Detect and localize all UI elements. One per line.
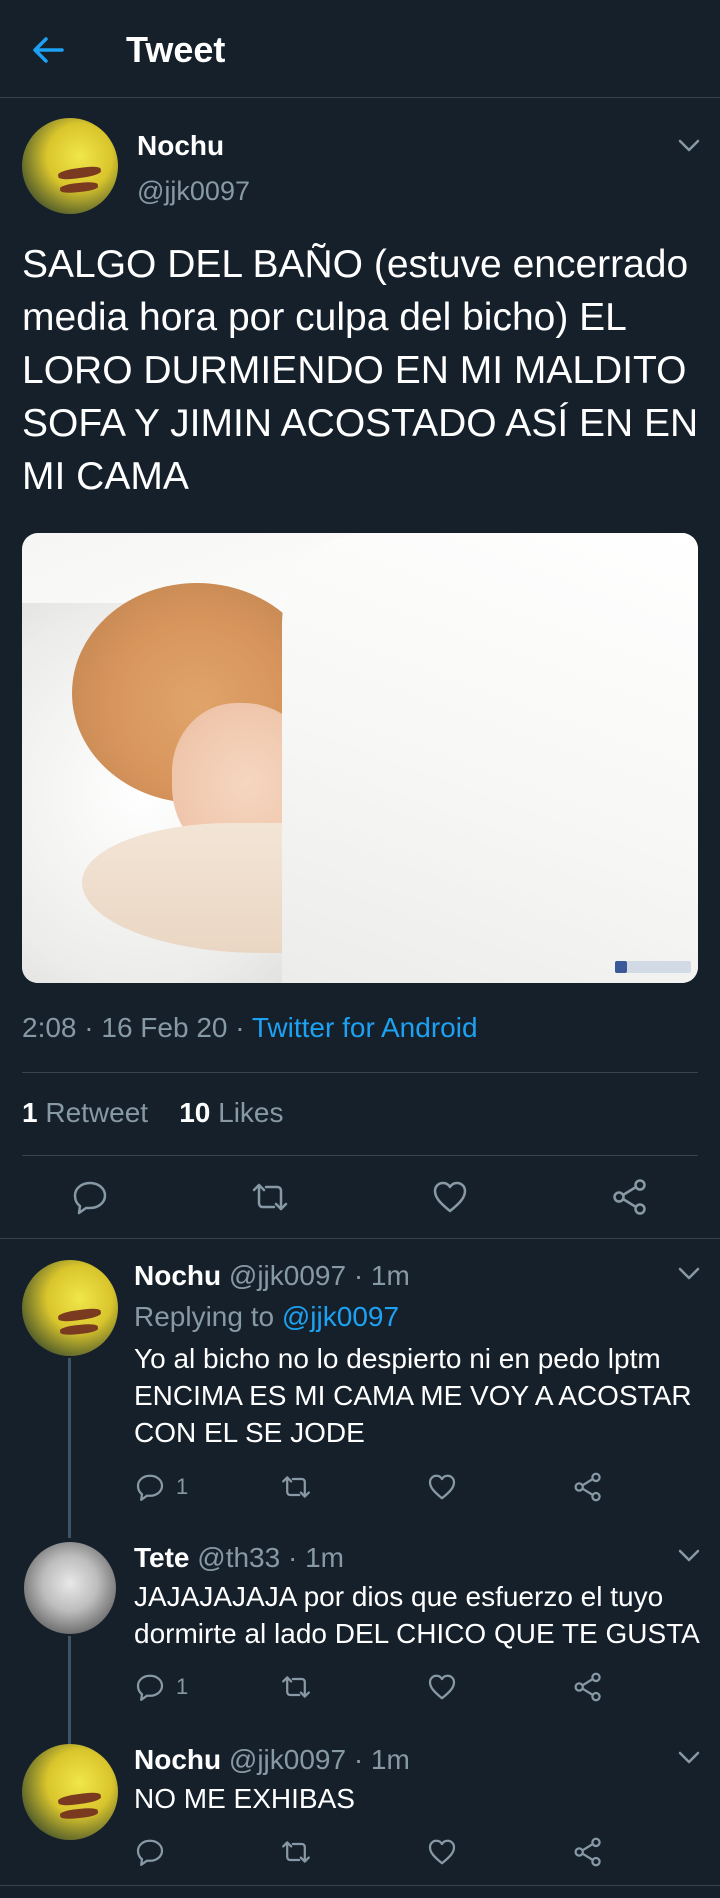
facebook-icon	[615, 961, 627, 973]
reply-button[interactable]	[70, 1177, 110, 1217]
tweet-timestamp: 2:08 · 16 Feb 20 ·	[22, 1012, 252, 1043]
avatar[interactable]	[22, 118, 118, 214]
reply-header[interactable]: Nochu @jjk0097 · 1m	[134, 1260, 410, 1292]
author-name[interactable]: Nochu	[137, 130, 224, 162]
author-handle-time: @th33 · 1m	[189, 1542, 344, 1573]
top-bar: Tweet	[0, 0, 720, 98]
heart-icon	[428, 1674, 456, 1700]
reply-text: NO ME EXHIBAS	[134, 1783, 355, 1814]
reply-text: Yo al bicho no lo despierto ni en pedo l…	[134, 1343, 692, 1448]
replying-to-label: Replying to	[134, 1301, 282, 1332]
reply-count: 1	[176, 1674, 189, 1699]
share-button[interactable]	[572, 1670, 604, 1704]
page-title: Tweet	[126, 29, 226, 70]
arrow-left-icon	[33, 37, 64, 63]
author-handle-time: @jjk0097 · 1m	[221, 1744, 410, 1775]
divider	[0, 1238, 720, 1239]
avatar[interactable]	[22, 1744, 118, 1840]
reply-icon	[136, 1839, 164, 1866]
replying-to: Replying to @jjk0097	[134, 1301, 399, 1333]
photo-blanket	[282, 533, 698, 983]
reply-button[interactable]	[134, 1835, 166, 1869]
share-button[interactable]	[572, 1835, 604, 1869]
chevron-down-icon	[678, 139, 700, 152]
author-name: Tete	[134, 1542, 190, 1573]
reply-header[interactable]: Nochu @jjk0097 · 1m	[134, 1744, 410, 1776]
heart-icon	[428, 1839, 456, 1865]
likes-stat[interactable]: 10 Likes	[179, 1097, 283, 1128]
tweet-photo[interactable]	[22, 533, 698, 983]
tweet-meta: 2:08 · 16 Feb 20 · Twitter for Android	[22, 1012, 478, 1044]
reply-icon	[136, 1674, 164, 1701]
reply-icon	[73, 1181, 107, 1215]
chevron-down-icon	[678, 1549, 700, 1562]
divider	[22, 1072, 698, 1073]
chevron-down-icon	[678, 1267, 700, 1280]
tweet-source-link[interactable]: Twitter for Android	[252, 1012, 478, 1043]
replying-to-handle[interactable]: @jjk0097	[282, 1301, 399, 1332]
retweet-icon	[252, 1183, 288, 1211]
divider	[22, 1155, 698, 1156]
author-handle-time: @jjk0097 · 1m	[221, 1260, 410, 1291]
avatar[interactable]	[24, 1542, 116, 1634]
retweet-button[interactable]	[280, 1470, 312, 1504]
like-button[interactable]	[426, 1670, 458, 1704]
retweet-button[interactable]	[280, 1670, 312, 1704]
chevron-down-icon	[678, 1751, 700, 1764]
tweet-menu-button[interactable]	[676, 1542, 702, 1568]
retweets-stat[interactable]: 1 Retweet	[22, 1097, 148, 1128]
share-icon	[613, 1179, 646, 1215]
retweet-icon	[282, 1476, 310, 1498]
likes-count: 10	[179, 1097, 211, 1128]
retweet-button[interactable]	[280, 1835, 312, 1869]
share-button[interactable]	[610, 1177, 650, 1217]
retweets-label: Retweet	[45, 1097, 149, 1128]
tweet-stats: 1 Retweet 10 Likes	[22, 1097, 284, 1129]
share-button[interactable]	[572, 1470, 604, 1504]
reply-icon	[136, 1474, 164, 1501]
tweet-menu-button[interactable]	[676, 1260, 702, 1286]
thread-line	[68, 1636, 71, 1744]
like-button[interactable]	[426, 1470, 458, 1504]
like-button[interactable]	[430, 1177, 470, 1217]
tweet-menu-button[interactable]	[676, 1744, 702, 1770]
author-name: Nochu	[134, 1260, 222, 1291]
reply-button[interactable]: 1	[134, 1670, 188, 1704]
divider	[0, 1885, 720, 1886]
reply-count: 1	[176, 1474, 189, 1499]
retweet-icon	[282, 1676, 310, 1698]
heart-icon	[428, 1474, 456, 1500]
reply-text: JAJAJAJAJA por dios que esfuerzo el tuyo…	[134, 1581, 700, 1649]
likes-label: Likes	[218, 1097, 284, 1128]
author-name: Nochu	[134, 1744, 222, 1775]
share-icon	[574, 1672, 601, 1702]
tweet-text: SALGO DEL BAÑO (estuve encerrado media h…	[22, 243, 699, 498]
share-icon	[574, 1472, 601, 1502]
retweets-count: 1	[22, 1097, 38, 1128]
share-icon	[574, 1837, 601, 1867]
thread-line	[68, 1358, 71, 1538]
retweet-icon	[282, 1841, 310, 1863]
avatar[interactable]	[22, 1260, 118, 1356]
retweet-button[interactable]	[250, 1177, 290, 1217]
back-button[interactable]	[28, 30, 68, 70]
tweet-menu-button[interactable]	[676, 132, 702, 158]
like-button[interactable]	[426, 1835, 458, 1869]
reply-header[interactable]: Tete @th33 · 1m	[134, 1542, 344, 1574]
author-handle[interactable]: @jjk0097	[137, 176, 250, 207]
reply-button[interactable]: 1	[134, 1470, 188, 1504]
heart-icon	[433, 1181, 467, 1213]
